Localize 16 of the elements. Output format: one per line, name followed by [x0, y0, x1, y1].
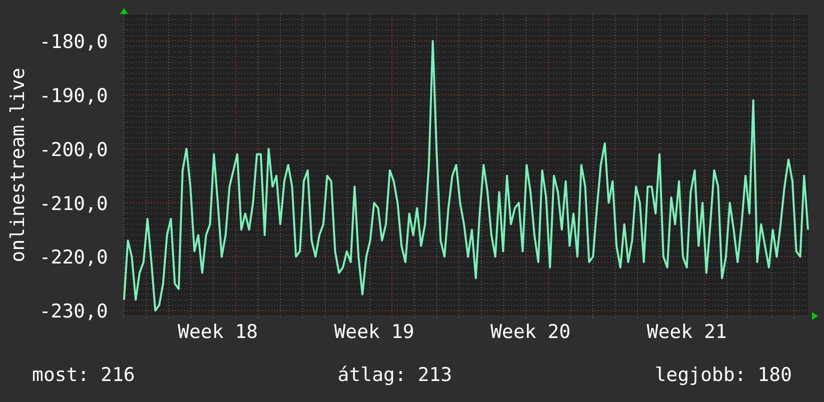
axis-arrow-icon: [812, 312, 818, 320]
y-tick-label: -200,0: [39, 138, 108, 161]
axis-title: onlinestream.live: [7, 68, 29, 262]
x-tick-label: Week 21: [646, 321, 727, 343]
x-tick-label: Week 20: [490, 321, 571, 343]
x-tick-label: Week 18: [178, 321, 258, 343]
y-tick-label: -190,0: [39, 84, 108, 107]
legend-text: most: 216: [32, 366, 135, 385]
y-tick-label: -220,0: [39, 246, 108, 269]
legend-text: legjobb: 180: [654, 366, 792, 385]
y-tick-label: -230,0: [39, 300, 108, 323]
x-tick-label: Week 19: [334, 321, 414, 343]
y-tick-label: -210,0: [39, 192, 108, 215]
legend-text: átlag: 213: [338, 366, 452, 385]
y-tick-label: -180,0: [39, 30, 108, 53]
axis-arrow-icon: [120, 8, 128, 14]
